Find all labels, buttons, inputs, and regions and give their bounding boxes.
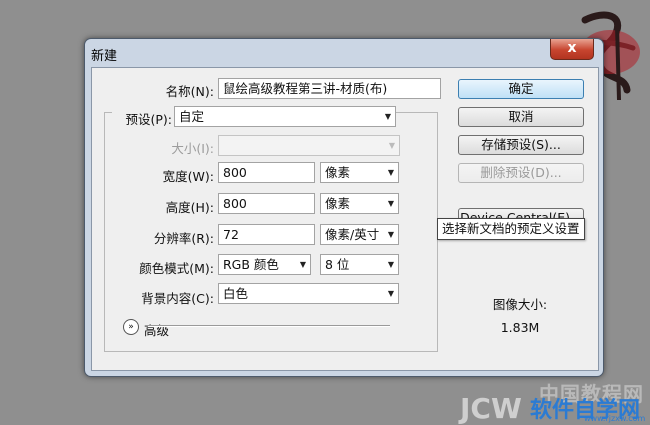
ok-button[interactable]: 确定 [458,79,584,99]
height-unit-select[interactable]: 像素 ▼ [320,193,399,214]
close-button[interactable]: x [550,39,594,60]
bit-depth-select[interactable]: 8 位 ▼ [320,254,399,275]
width-label: 宽度(W): [162,169,214,184]
chevron-down-icon: ▼ [387,260,394,269]
width-unit-value: 像素 [325,165,351,180]
dialog-title: 新建 [91,49,118,64]
name-input[interactable]: 鼠绘高级教程第三讲-材质(布) [218,78,441,99]
height-input[interactable]: 800 [218,193,315,214]
height-unit-value: 像素 [325,196,351,211]
preset-value: 自定 [179,109,205,124]
color-mode-label: 颜色模式(M): [139,261,214,276]
color-mode-value: RGB 颜色 [223,257,279,272]
chevron-down-icon: ▼ [387,289,394,298]
color-mode-select[interactable]: RGB 颜色 ▼ [218,254,311,275]
cancel-button[interactable]: 取消 [458,107,584,127]
resolution-input[interactable]: 72 [218,224,315,245]
preset-select[interactable]: 自定 ▼ [174,106,396,127]
image-size-value: 1.83M [500,320,540,335]
close-icon: x [567,40,577,56]
delete-preset-button[interactable]: 删除预设(D)... [458,163,584,183]
chevron-down-icon: ▼ [388,141,395,150]
advanced-label: 高级 [144,323,170,338]
resolution-unit-select[interactable]: 像素/英寸 ▼ [320,224,399,245]
name-label: 名称(N): [165,84,214,99]
background-value: 白色 [223,286,249,301]
chevron-down-icon: ▼ [387,199,394,208]
height-label: 高度(H): [165,200,214,215]
bit-depth-value: 8 位 [325,257,350,272]
titlebar: 新建 x [85,39,603,67]
advanced-divider [148,325,390,327]
double-chevron-icon: » [128,322,134,332]
preset-tooltip: 选择新文档的预定义设置 [437,218,585,240]
chevron-down-icon: ▼ [387,230,394,239]
advanced-toggle-button[interactable]: » [123,319,139,335]
width-unit-select[interactable]: 像素 ▼ [320,162,399,183]
watermark-brand: JCW [460,392,522,425]
size-label: 大小(I): [171,141,214,156]
chevron-down-icon: ▼ [384,112,391,121]
preset-label: 预设(P): [112,109,174,128]
background-select[interactable]: 白色 ▼ [218,283,399,304]
size-select[interactable]: ▼ [218,135,400,156]
resolution-unit-value: 像素/英寸 [325,227,380,242]
chevron-down-icon: ▼ [299,260,306,269]
save-preset-button[interactable]: 存储预设(S)... [458,135,584,155]
chevron-down-icon: ▼ [387,168,394,177]
image-size-label: 图像大小: [492,297,548,312]
resolution-label: 分辨率(R): [153,231,214,246]
width-input[interactable]: 800 [218,162,315,183]
background-label: 背景内容(C): [141,291,214,306]
watermark-url: www.rjzxw.com [584,414,646,423]
